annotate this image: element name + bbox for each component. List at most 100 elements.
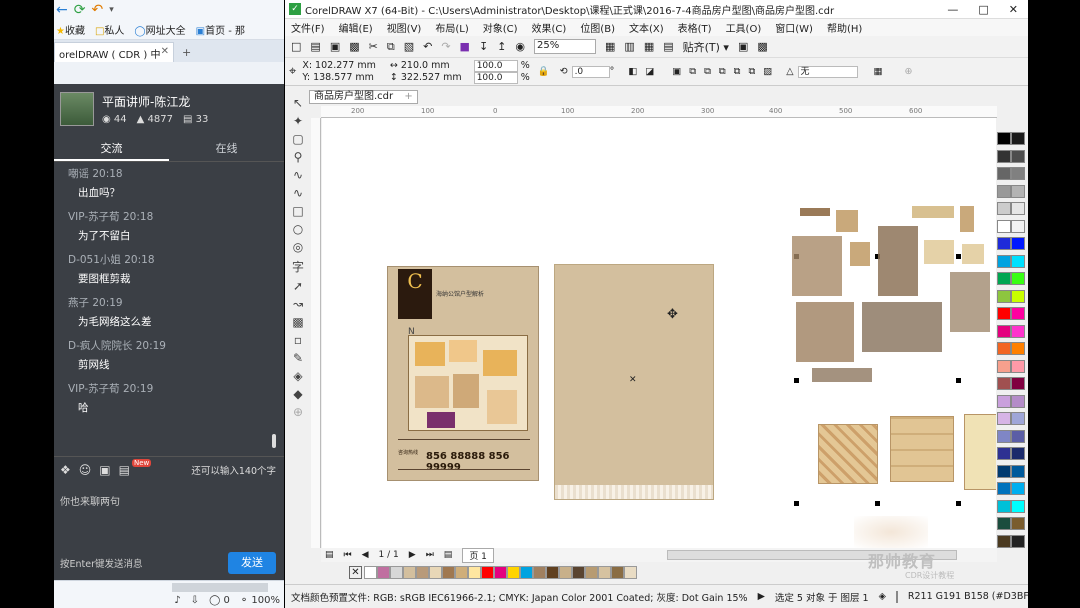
palette-swatch[interactable]: [997, 499, 1011, 513]
polygon-tool-icon[interactable]: ◎: [293, 240, 303, 254]
palette-swatch[interactable]: [997, 429, 1011, 443]
back-arrow-icon[interactable]: ←: [56, 2, 68, 18]
palette-swatch[interactable]: [997, 517, 1011, 531]
chat-scrollbar[interactable]: [272, 434, 276, 448]
favorites-item-private[interactable]: □私人: [95, 22, 124, 37]
palette-swatch[interactable]: [997, 412, 1011, 426]
menu-table[interactable]: 表格(T): [678, 20, 712, 35]
import-icon[interactable]: ↧: [479, 40, 488, 53]
palette-swatch[interactable]: [997, 394, 1011, 408]
crop-tool-icon[interactable]: ▢: [292, 132, 303, 146]
height-field[interactable]: ↕ 322.527 mm: [390, 72, 462, 84]
chat-input[interactable]: 你也来聊两句: [54, 483, 284, 518]
copy-icon[interactable]: ⧉: [387, 40, 395, 54]
menu-bitmaps[interactable]: 位图(B): [580, 20, 615, 35]
drop-shadow-icon[interactable]: ▩: [292, 315, 303, 329]
align-icon[interactable]: ▦: [874, 66, 883, 77]
mirror-h-icon[interactable]: ◧: [628, 66, 637, 77]
outline-pen-icon[interactable]: △: [786, 66, 793, 77]
cut-icon[interactable]: ✂: [369, 40, 378, 53]
minimize-icon[interactable]: —: [947, 3, 958, 16]
floor-plan-poster[interactable]: C 海纳公馆户型解析 N 咨询热线 856 88888 856 99999: [387, 266, 539, 481]
document-swatch[interactable]: [364, 565, 377, 579]
close-icon[interactable]: ✕: [161, 46, 169, 59]
gift-icon[interactable]: ❖: [60, 463, 71, 477]
palette-swatch[interactable]: [1011, 272, 1025, 286]
close-icon[interactable]: ✕: [1009, 3, 1018, 16]
mirror-v-icon[interactable]: ◪: [645, 66, 654, 77]
palette-swatch[interactable]: [997, 219, 1011, 233]
document-swatch[interactable]: [390, 565, 403, 579]
horizontal-ruler[interactable]: 200 100 0 100 200 300 400 500 600: [321, 106, 997, 118]
snap-to-button[interactable]: 贴齐(T) ▾: [683, 39, 729, 55]
menu-layout[interactable]: 布局(L): [435, 20, 468, 35]
document-tab[interactable]: 商品房户型图.cdr +: [309, 90, 418, 104]
open-icon[interactable]: ▤: [310, 40, 320, 53]
options-icon[interactable]: ▣: [738, 40, 748, 53]
tab-chat[interactable]: 交流: [54, 136, 169, 161]
document-swatch[interactable]: [377, 565, 390, 579]
document-swatch[interactable]: [416, 565, 429, 579]
floor-tile-pattern[interactable]: [890, 416, 954, 482]
send-button[interactable]: 发送: [228, 552, 276, 574]
scale-y-value[interactable]: 100.0: [473, 71, 518, 84]
save-icon[interactable]: ▣: [330, 40, 340, 53]
prev-page-icon[interactable]: ◀: [362, 550, 369, 560]
menu-tools[interactable]: 工具(O): [726, 20, 762, 35]
selected-background-paper[interactable]: ✥ ✕: [554, 264, 714, 500]
document-swatch[interactable]: [481, 565, 494, 579]
document-swatch[interactable]: [455, 565, 468, 579]
smart-fill-icon[interactable]: ◆: [293, 387, 302, 401]
first-page-icon[interactable]: ⏮: [344, 550, 352, 560]
menu-file[interactable]: 文件(F): [291, 20, 325, 35]
palette-swatch[interactable]: [997, 464, 1011, 478]
rectangle-tool-icon[interactable]: □: [292, 204, 303, 218]
furniture-clipart-group[interactable]: [792, 206, 996, 396]
ellipse-tool-icon[interactable]: ○: [293, 222, 303, 236]
print-icon[interactable]: ▩: [349, 40, 359, 53]
palette-swatch[interactable]: [1011, 184, 1025, 198]
palette-swatch[interactable]: [997, 377, 1011, 391]
menu-edit[interactable]: 编辑(E): [339, 20, 373, 35]
scale-x-value[interactable]: 100.0: [473, 59, 518, 72]
palette-swatch[interactable]: [997, 289, 1011, 303]
palette-swatch[interactable]: [1011, 237, 1025, 251]
palette-swatch[interactable]: [997, 447, 1011, 461]
palette-swatch[interactable]: [997, 534, 1011, 548]
intersect-icon[interactable]: ⧉: [719, 66, 726, 77]
menu-view[interactable]: 视图(V): [387, 20, 422, 35]
palette-swatch[interactable]: [997, 184, 1011, 198]
palette-swatch[interactable]: [1011, 342, 1025, 356]
add-tab-icon[interactable]: +: [404, 91, 412, 102]
new-icon[interactable]: □: [291, 40, 301, 53]
fill-color-swatch[interactable]: [895, 590, 898, 603]
palette-swatch[interactable]: [1011, 499, 1025, 513]
refresh-icon[interactable]: ⟳: [74, 2, 86, 18]
palette-swatch[interactable]: [1011, 202, 1025, 216]
y-position[interactable]: Y: 138.577 mm: [302, 72, 376, 84]
zoom-tool-icon[interactable]: ⚲: [294, 150, 303, 164]
palette-swatch[interactable]: [1011, 219, 1025, 233]
add-page-end-icon[interactable]: ▤: [444, 550, 453, 560]
palette-swatch[interactable]: [1011, 447, 1025, 461]
document-swatch[interactable]: [507, 565, 520, 579]
rotate-icon[interactable]: ⟲: [560, 66, 568, 77]
x-position[interactable]: X: 102.277 mm: [302, 60, 376, 72]
fullscreen-icon[interactable]: ▦: [605, 40, 615, 53]
paste-icon[interactable]: ▧: [404, 40, 414, 53]
floor-tile-pattern[interactable]: [964, 414, 996, 490]
shield-status[interactable]: ◯ 0: [209, 595, 230, 606]
add-page-icon[interactable]: ▤: [325, 550, 334, 560]
document-swatch[interactable]: [624, 565, 637, 579]
back-minus-front-icon[interactable]: ▨: [763, 66, 772, 77]
share-icon[interactable]: ▤: [119, 463, 130, 477]
width-field[interactable]: ↔ 210.0 mm: [390, 60, 462, 72]
transparency-tool-icon[interactable]: ▫: [294, 333, 302, 347]
maximize-icon[interactable]: □: [978, 3, 988, 16]
selection-handle[interactable]: [794, 501, 799, 506]
size-readout[interactable]: ↔ 210.0 mm ↕ 322.527 mm: [390, 60, 462, 84]
floor-tile-pattern[interactable]: [818, 424, 878, 484]
palette-swatch[interactable]: [997, 342, 1011, 356]
tab-online[interactable]: 在线: [169, 136, 284, 161]
volume-icon[interactable]: ♪: [174, 595, 180, 606]
